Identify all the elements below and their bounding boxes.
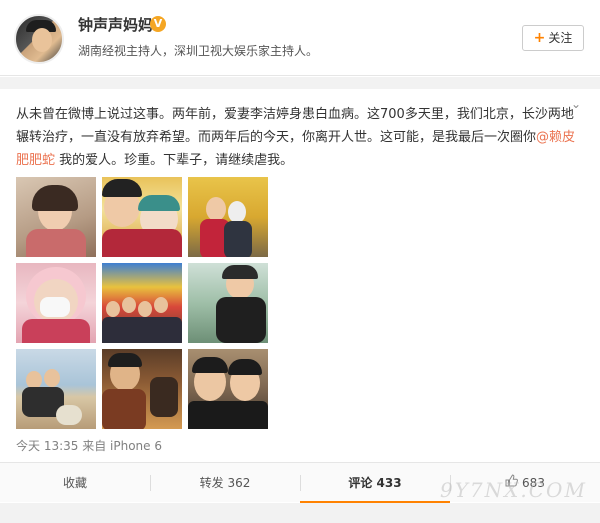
photo-2[interactable]: [102, 177, 182, 257]
post-meta: 今天 13:35 来自 iPhone 6: [16, 439, 162, 453]
photo-7[interactable]: [16, 349, 96, 429]
photo-8[interactable]: [102, 349, 182, 429]
avatar-face-shape: [32, 28, 52, 52]
favorite-button[interactable]: 收藏: [0, 463, 150, 503]
user-description: 湖南经视主持人，深圳卫视大娱乐家主持人。: [78, 44, 319, 58]
photo-5[interactable]: [102, 263, 182, 343]
plus-icon: +: [533, 30, 546, 46]
follow-button[interactable]: + 关注: [522, 25, 584, 51]
weibo-post-card: 钟声声妈妈 V 湖南经视主持人，深圳卫视大娱乐家主持人。 + 关注 ⌄ 从未曾在微…: [0, 0, 600, 523]
photo-3[interactable]: [188, 177, 268, 257]
post-text: 从未曾在微博上说过这事。两年前，爱妻李洁婷身患白血病。这700多天里，我们北京，…: [16, 103, 582, 172]
user-name[interactable]: 钟声声妈妈: [78, 14, 153, 35]
bottom-band: [0, 503, 600, 523]
photo-grid: [16, 177, 272, 433]
photo-4[interactable]: [16, 263, 96, 343]
post-text-part2: 我的爱人。珍重。下辈子，请继续虐我。: [55, 153, 294, 168]
repost-button[interactable]: 转发 362: [150, 463, 300, 503]
photo-6[interactable]: [188, 263, 268, 343]
post-text-part1: 从未曾在微博上说过这事。两年前，爱妻李洁婷身患白血病。这700多天里，我们北京，…: [16, 107, 574, 145]
watermark: 9Y7NX.COM: [440, 478, 587, 502]
avatar[interactable]: [14, 14, 64, 64]
post-header: 钟声声妈妈 V 湖南经视主持人，深圳卫视大娱乐家主持人。 + 关注: [0, 0, 600, 76]
photo-9[interactable]: [188, 349, 268, 429]
comment-button[interactable]: 评论 433: [300, 463, 450, 503]
verified-icon: V: [150, 16, 166, 32]
follow-label: 关注: [548, 31, 573, 45]
photo-1[interactable]: [16, 177, 96, 257]
header-divider-band: [0, 77, 600, 89]
